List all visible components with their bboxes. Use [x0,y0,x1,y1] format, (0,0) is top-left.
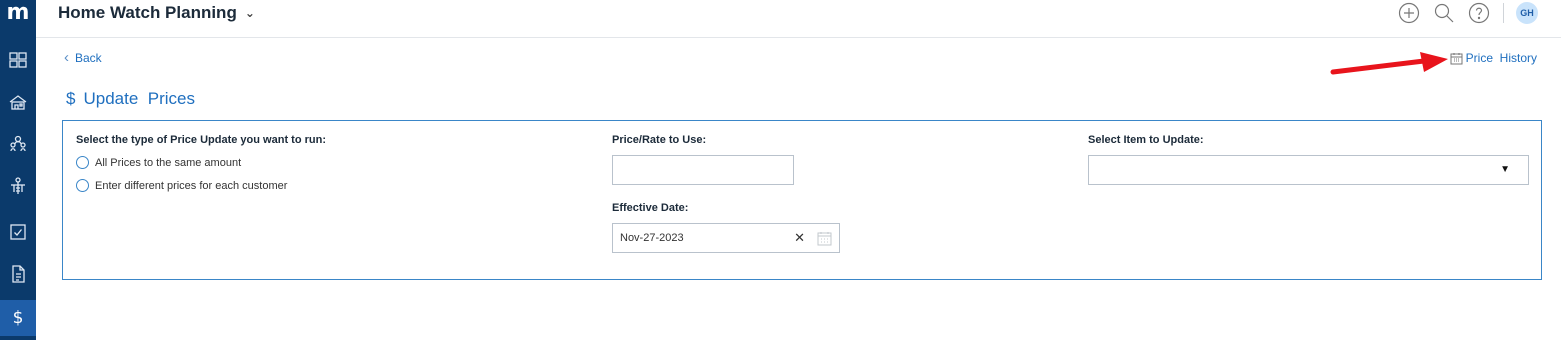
plus-circle-icon [1398,2,1420,24]
user-avatar[interactable]: GH [1516,2,1538,24]
reports-icon [12,265,25,283]
app-switcher[interactable]: Home Watch Planning ⌄ [58,3,255,23]
price-update-panel: Select the type of Price Update you want… [62,120,1542,280]
effective-date-input[interactable]: Nov-27-2023 ✕ [612,223,840,253]
dollar-icon: $ [12,308,24,328]
chevron-down-icon: ⌄ [244,6,255,20]
calendar-icon[interactable] [817,231,832,246]
price-rate-label: Price/Rate to Use: [612,134,707,146]
app-logo[interactable]: m [0,0,36,28]
sidebar: m $ [0,0,36,340]
sidebar-item-dashboard[interactable] [0,42,36,78]
properties-icon [9,95,27,110]
effective-date-label: Effective Date: [612,202,689,214]
back-label: Back [75,51,102,65]
price-type-label: Select the type of Price Update you want… [76,134,326,146]
price-history-label: Price History [1465,51,1537,65]
radio-label: Enter different prices for each customer [95,179,288,192]
effective-date-value: Nov-27-2023 [620,232,684,244]
radio-all-prices[interactable]: All Prices to the same amount [76,156,241,169]
sidebar-item-people[interactable] [0,126,36,162]
item-select-label: Select Item to Update: [1088,134,1204,146]
add-button[interactable] [1397,1,1421,25]
calendar-icon [1450,52,1463,64]
sidebar-item-properties[interactable] [0,84,36,120]
radio-button[interactable] [76,156,89,169]
vendors-icon [11,177,25,194]
people-icon [10,135,26,152]
back-link[interactable]: ‹ Back [64,49,102,66]
search-icon [1434,3,1454,23]
price-history-link[interactable]: Price History [1450,51,1537,65]
price-rate-input[interactable] [612,155,794,185]
sidebar-item-pricing[interactable]: $ [0,300,36,336]
search-button[interactable] [1432,1,1456,25]
clear-date-icon[interactable]: ✕ [794,230,805,246]
sidebar-item-tasks[interactable] [0,214,36,250]
help-button[interactable] [1467,1,1491,25]
page-title: $ Update Prices [66,89,195,109]
radio-label: All Prices to the same amount [95,156,242,169]
help-icon [1468,2,1490,24]
radio-button[interactable] [76,179,89,192]
top-bar: Home Watch Planning ⌄ GH [36,0,1561,38]
tasks-icon [10,224,26,240]
sidebar-item-reports[interactable] [0,256,36,292]
dropdown-caret-icon: ▼ [1500,164,1510,175]
item-select[interactable]: ▼ [1088,155,1529,185]
app-title: Home Watch Planning [58,3,237,22]
page-title-text: Update Prices [83,89,195,108]
chevron-left-icon: ‹ [64,49,69,66]
dashboard-icon [9,52,27,68]
sidebar-item-vendors[interactable] [0,168,36,204]
dollar-icon: $ [66,89,76,108]
red-arrow-annotation [1330,52,1448,75]
divider [1503,3,1504,23]
radio-different-prices[interactable]: Enter different prices for each customer [76,179,287,192]
top-actions: GH [1386,0,1561,26]
